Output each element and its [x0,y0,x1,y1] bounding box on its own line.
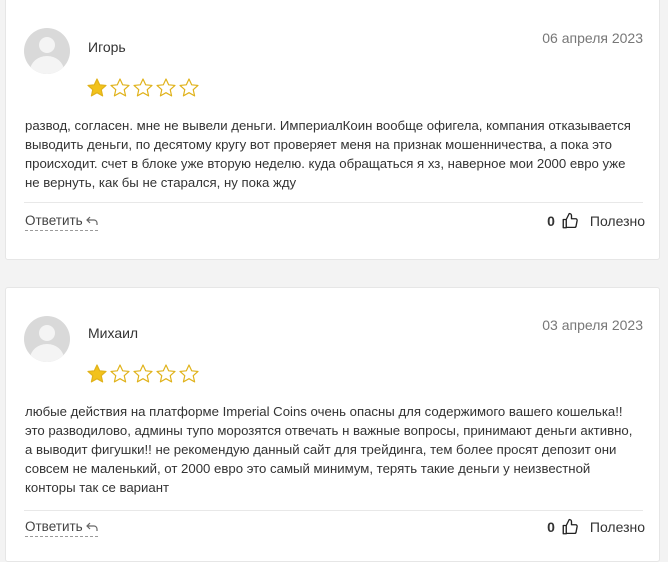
useful-button[interactable]: Полезно [590,213,645,229]
rating-stars [86,77,200,99]
rating-stars [86,363,200,385]
review-date: 06 апреля 2023 [542,30,643,46]
star-empty-icon [155,363,177,385]
star-filled-icon [86,363,108,385]
review-text: любые действия на платформе Imperial Coi… [25,404,633,495]
like-count: 0 [547,519,555,535]
vote-group: 0 Полезно [547,212,645,230]
thumbs-up-icon[interactable] [561,212,579,230]
avatar [24,28,70,74]
review-author: Михаил [88,325,139,341]
star-empty-icon [132,363,154,385]
star-empty-icon [109,77,131,99]
star-empty-icon [178,77,200,99]
avatar-head-shape [39,37,55,53]
vote-group: 0 Полезно [547,518,645,536]
star-filled-icon [86,77,108,99]
star-empty-icon [155,77,177,99]
reply-arrow-icon [85,216,98,226]
reply-label: Ответить [25,213,83,228]
avatar-body-shape [30,56,64,74]
review-date: 03 апреля 2023 [542,317,643,333]
review-card: Игорь 06 апреля 2023 развод, согласен. м… [5,0,660,260]
review-card: Михаил 03 апреля 2023 любые действия на … [5,287,660,562]
thumbs-up-icon[interactable] [561,518,579,536]
divider [24,202,643,203]
review-text: развод, согласен. мне не вывели деньги. … [25,118,631,190]
reply-button[interactable]: Ответить [25,519,98,537]
reply-arrow-icon [85,522,98,532]
divider [24,510,643,511]
avatar [24,316,70,362]
review-author: Игорь [88,39,126,55]
reply-button[interactable]: Ответить [25,213,98,231]
star-empty-icon [109,363,131,385]
avatar-body-shape [30,344,64,362]
useful-button[interactable]: Полезно [590,519,645,535]
star-empty-icon [132,77,154,99]
avatar-head-shape [39,325,55,341]
like-count: 0 [547,213,555,229]
reply-label: Ответить [25,519,83,534]
star-empty-icon [178,363,200,385]
